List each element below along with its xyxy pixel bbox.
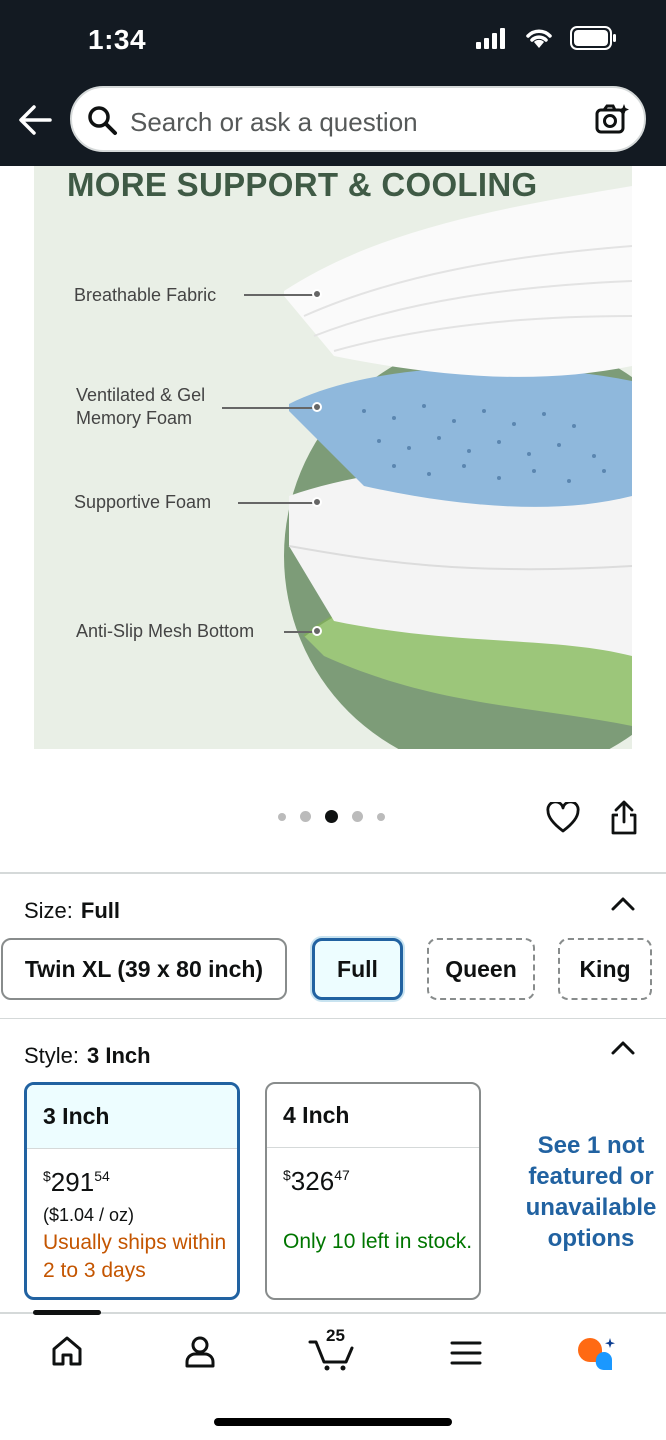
top-bar: 1:34 Search or ask a question: [0, 0, 666, 166]
style-option-3-inch[interactable]: 3 Inch $29154 ($1.04 / oz) Usually ships…: [24, 1082, 240, 1300]
leader-line: [244, 294, 314, 296]
leader-dot: [312, 289, 322, 299]
camera-search-icon[interactable]: [594, 102, 630, 138]
unit-price: ($1.04 / oz): [43, 1205, 135, 1225]
leader-line: [284, 631, 314, 633]
menu-icon[interactable]: [450, 1340, 482, 1366]
cart-count-badge: 25: [326, 1326, 345, 1345]
status-icons: [476, 26, 618, 50]
chevron-up-icon[interactable]: [610, 1038, 636, 1056]
layer-label: Supportive Foam: [74, 492, 212, 512]
search-icon: [88, 106, 117, 135]
carousel-dot[interactable]: [278, 812, 286, 821]
home-indicator: [214, 1418, 452, 1426]
image-title: MORE SUPPORT & COOLING: [67, 166, 538, 203]
leader-line: [222, 407, 314, 409]
size-option-full[interactable]: Full: [312, 938, 403, 1000]
account-icon[interactable]: [183, 1334, 217, 1368]
signal-icon: [476, 28, 505, 49]
style-selected-value: 3 Inch: [87, 1043, 151, 1068]
size-option-queen[interactable]: Queen: [427, 938, 535, 1000]
see-unavailable-options-link[interactable]: See 1 not featured or unavailable option…: [511, 1130, 666, 1254]
wifi-icon: [526, 29, 552, 48]
leader-dot: [312, 497, 322, 507]
style-option-4-inch[interactable]: 4 Inch $32647 Only 10 left in stock.: [265, 1082, 481, 1300]
shipping-note: Usually ships within 2 to 3 days: [43, 1231, 227, 1282]
search-bar[interactable]: Search or ask a question: [70, 86, 646, 152]
rufus-icon[interactable]: [576, 1336, 618, 1372]
product-image[interactable]: MORE SUPPORT & COOLING Breathable Fabric…: [34, 166, 632, 749]
stock-note: Only 10 left in stock.: [283, 1230, 473, 1253]
back-arrow-icon[interactable]: [16, 102, 56, 138]
share-icon[interactable]: [608, 800, 640, 836]
carousel-dot[interactable]: [300, 811, 311, 822]
size-option-king[interactable]: King: [558, 938, 652, 1000]
style-option-name: 4 Inch: [267, 1084, 479, 1148]
section-divider: [0, 872, 666, 874]
carousel-dot[interactable]: [352, 811, 363, 822]
leader-line: [238, 502, 314, 504]
style-option-price: $32647: [283, 1166, 350, 1196]
active-tab-indicator: [33, 1310, 101, 1315]
carousel-dot[interactable]: [377, 812, 385, 821]
home-icon[interactable]: [50, 1334, 84, 1368]
size-label: Size:: [24, 898, 73, 923]
carousel-indicator[interactable]: [278, 810, 385, 823]
section-divider: [0, 1018, 666, 1019]
leader-dot: [312, 626, 322, 636]
style-option-price: $29154: [43, 1167, 110, 1197]
mattress-layers-illustration: [284, 186, 632, 749]
search-input[interactable]: Search or ask a question: [130, 107, 418, 138]
size-selected-value: Full: [80, 898, 121, 923]
style-row-label: Style: 3 Inch: [24, 1043, 151, 1069]
chevron-up-icon[interactable]: [610, 894, 636, 912]
size-row-label: Size: Full: [24, 898, 120, 924]
layer-label: Anti-Slip Mesh Bottom: [76, 621, 255, 641]
battery-icon: [570, 26, 616, 50]
carousel-dot-active[interactable]: [325, 810, 338, 823]
layer-label: Ventilated & Gel Memory Foam: [76, 385, 206, 428]
status-time: 1:34: [88, 24, 147, 55]
leader-dot: [312, 402, 322, 412]
style-option-name: 3 Inch: [27, 1085, 237, 1149]
heart-icon[interactable]: [546, 802, 580, 834]
size-option-twin-xl[interactable]: Twin XL (39 x 80 inch): [1, 938, 287, 1000]
style-label: Style:: [24, 1043, 80, 1068]
layer-label: Breathable Fabric: [74, 285, 217, 305]
